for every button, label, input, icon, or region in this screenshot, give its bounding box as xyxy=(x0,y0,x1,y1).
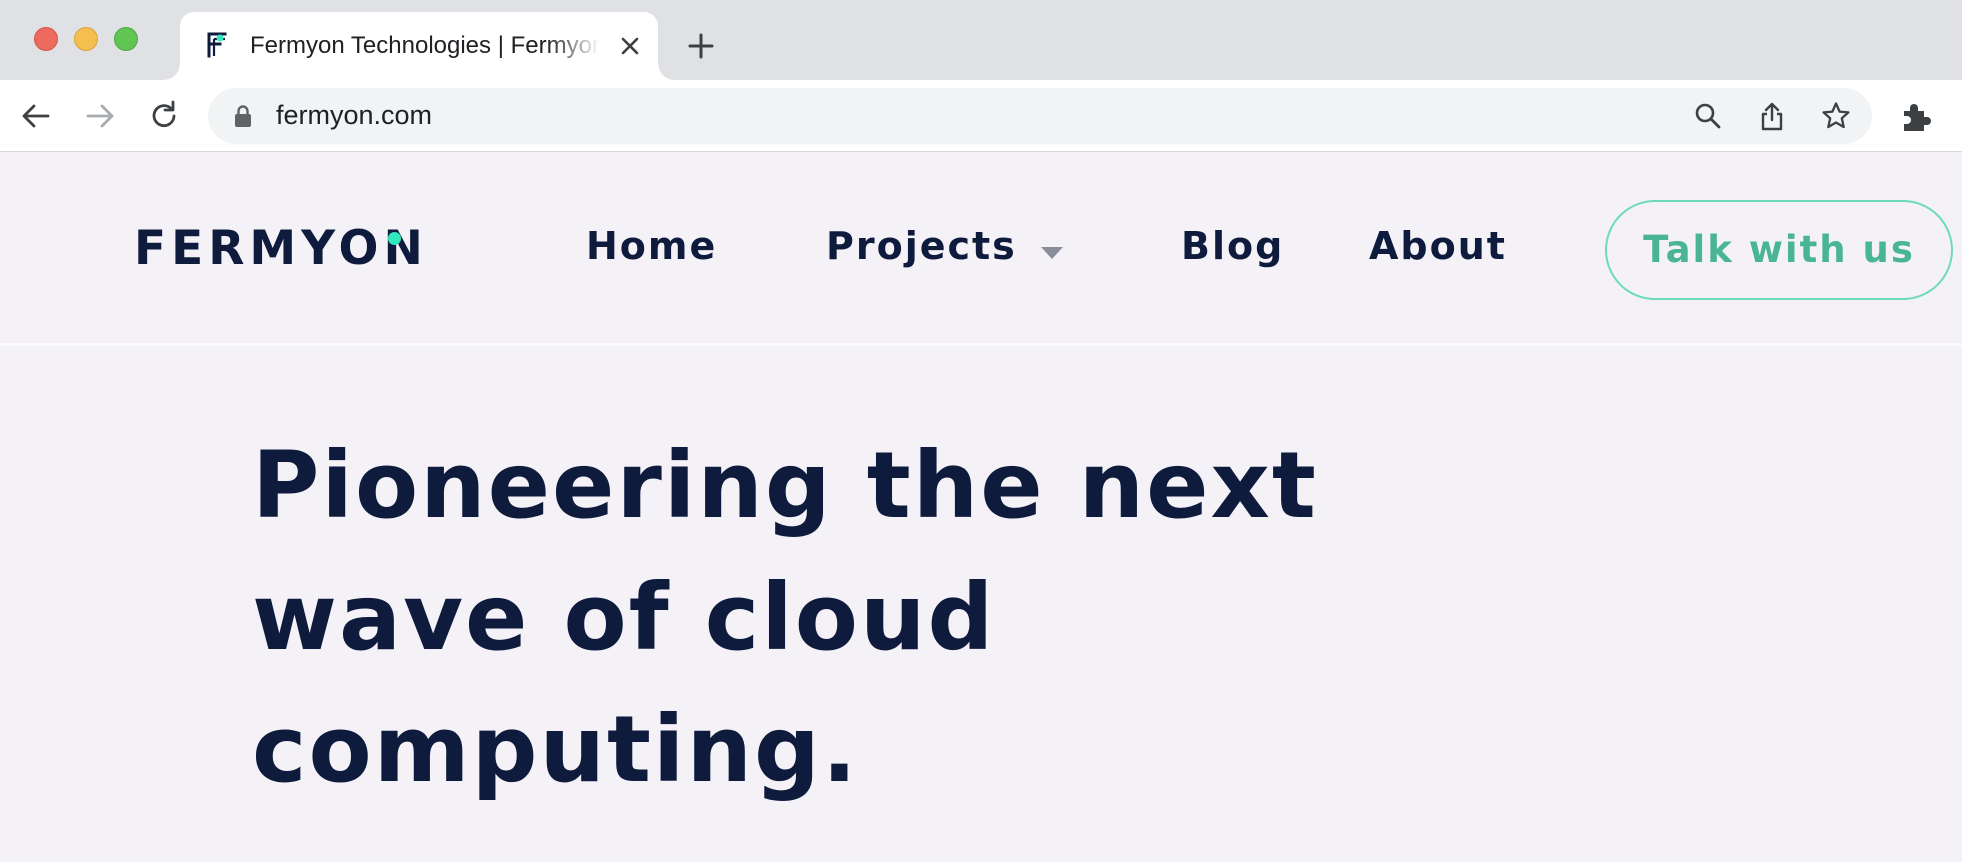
logo-accent-dot xyxy=(388,232,401,245)
hero-heading-line: Pioneering the next xyxy=(252,432,1318,539)
window-close-button[interactable] xyxy=(34,27,58,51)
site-header: FERMYON Home Projects Blog About Talk wi… xyxy=(0,153,1962,346)
window-minimize-button[interactable] xyxy=(74,27,98,51)
hero-heading-line: computing. xyxy=(252,696,859,803)
back-arrow-icon[interactable] xyxy=(18,98,54,134)
hero-heading: Pioneering the next wave of cloud comput… xyxy=(252,420,1452,816)
share-icon[interactable] xyxy=(1756,100,1788,132)
window-maximize-button[interactable] xyxy=(114,27,138,51)
tab-title: Fermyon Technologies | Fermyon xyxy=(250,32,600,59)
bookmark-star-icon[interactable] xyxy=(1820,100,1852,132)
fermyon-favicon-icon xyxy=(207,32,227,58)
chevron-down-icon[interactable] xyxy=(1040,246,1064,260)
browser-toolbar: fermyon.com xyxy=(0,80,1962,152)
lock-icon xyxy=(235,105,251,127)
new-tab-icon[interactable] xyxy=(686,31,716,61)
extensions-puzzle-icon[interactable] xyxy=(1898,100,1932,134)
browser-titlebar: Fermyon Technologies | Fermyon xyxy=(0,0,1962,80)
talk-with-us-button[interactable]: Talk with us xyxy=(1605,200,1953,300)
hero-heading-line: wave of cloud xyxy=(252,564,996,671)
fermyon-logo[interactable]: FERMYON xyxy=(134,225,428,272)
url-text: fermyon.com xyxy=(276,100,433,130)
nav-blog-link[interactable]: Blog xyxy=(1181,227,1284,265)
nav-home-link[interactable]: Home xyxy=(586,227,717,265)
nav-projects-link[interactable]: Projects xyxy=(826,227,1017,265)
nav-about-link[interactable]: About xyxy=(1369,227,1507,265)
forward-arrow-icon[interactable] xyxy=(82,98,118,134)
tab-close-icon[interactable] xyxy=(616,32,644,60)
browser-tab-active[interactable]: Fermyon Technologies | Fermyon xyxy=(164,12,674,80)
reload-icon[interactable] xyxy=(146,98,182,134)
search-icon[interactable] xyxy=(1692,100,1724,132)
address-bar[interactable]: fermyon.com xyxy=(208,88,1872,144)
